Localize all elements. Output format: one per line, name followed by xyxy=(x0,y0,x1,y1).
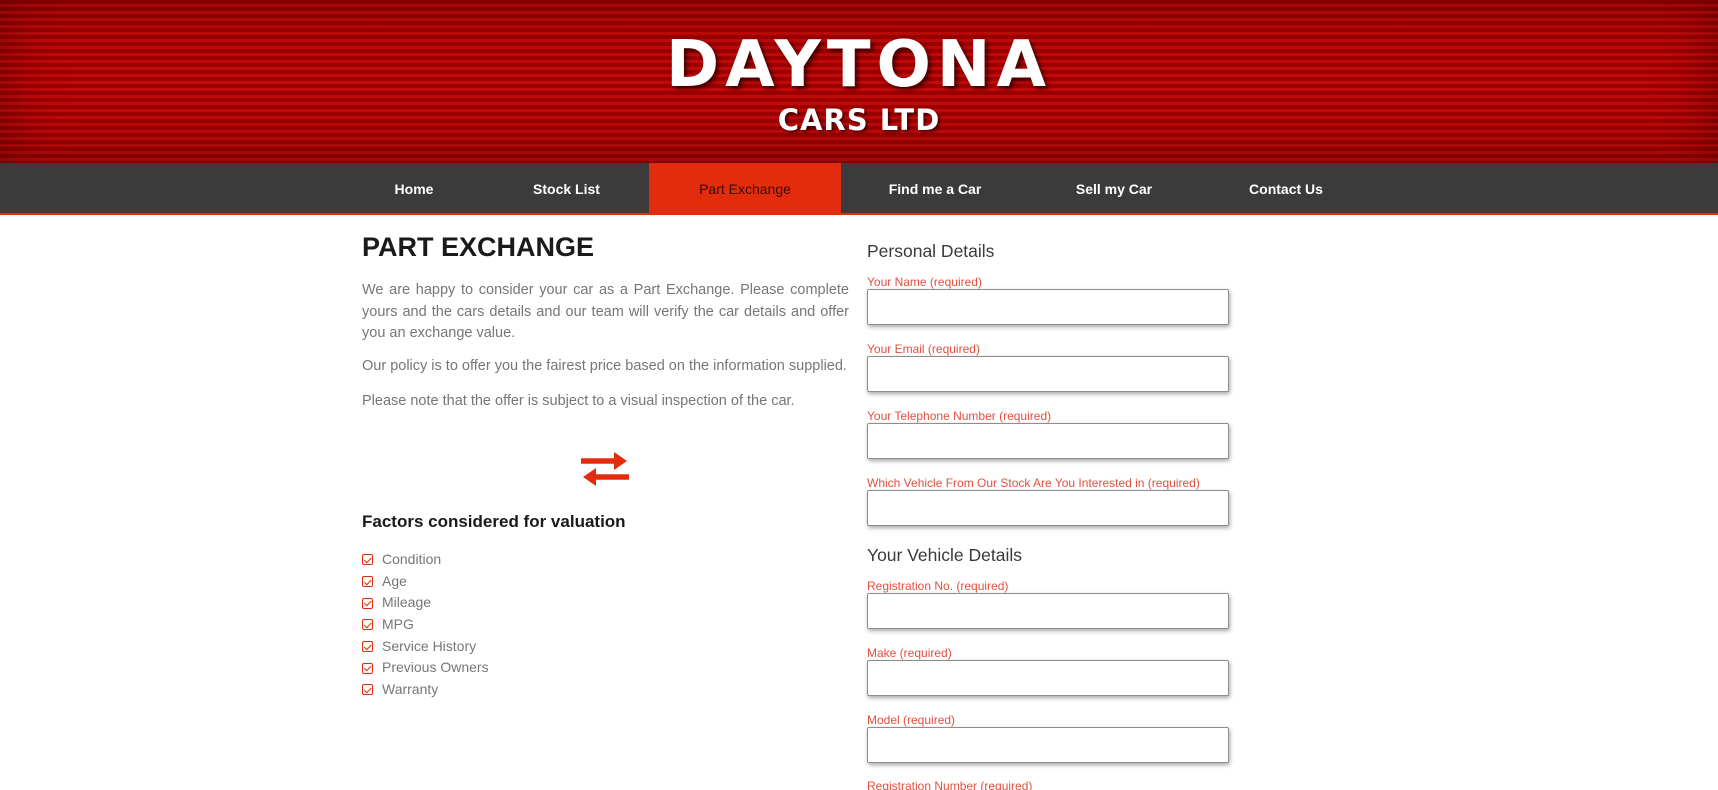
checkbox-icon xyxy=(362,597,373,609)
make-label: Make (required) xyxy=(867,646,952,660)
model-label: Model (required) xyxy=(867,713,956,727)
list-item: Warranty xyxy=(362,679,489,701)
nav-item-contact-us[interactable]: Contact Us xyxy=(1230,163,1342,215)
nav-item-stock-list[interactable]: Stock List xyxy=(510,163,623,215)
logo-title: DAYTONA xyxy=(665,28,1053,102)
telephone-field[interactable] xyxy=(867,423,1229,459)
checkbox-icon xyxy=(362,684,373,696)
checkbox-icon xyxy=(362,662,373,674)
list-item: Mileage xyxy=(362,592,489,614)
factor-label: Warranty xyxy=(382,681,439,698)
list-item: Condition xyxy=(362,549,489,571)
factor-label: Previous Owners xyxy=(382,659,489,676)
vehicle-details-title: Your Vehicle Details xyxy=(867,545,1023,565)
make-field[interactable] xyxy=(867,660,1229,696)
checkbox-icon xyxy=(362,619,373,631)
vehicle-interest-field[interactable] xyxy=(867,490,1229,526)
personal-details-title: Personal Details xyxy=(867,241,995,261)
logo-subtitle: CARS LTD xyxy=(777,103,941,137)
registration-no-field[interactable] xyxy=(867,593,1229,629)
factors-title: Factors considered for valuation xyxy=(362,512,626,531)
list-item: Previous Owners xyxy=(362,657,489,679)
checkbox-icon xyxy=(362,554,373,566)
email-field[interactable] xyxy=(867,356,1229,392)
policy-paragraph: Our policy is to offer you the fairest p… xyxy=(362,358,847,374)
name-label: Your Name (required) xyxy=(867,275,982,289)
nav-item-home[interactable]: Home xyxy=(362,163,466,215)
model-field[interactable] xyxy=(867,727,1229,763)
list-item: Service History xyxy=(362,636,489,658)
vehicle-interest-label: Which Vehicle From Our Stock Are You Int… xyxy=(867,476,1200,490)
checkbox-icon xyxy=(362,576,373,588)
email-label: Your Email (required) xyxy=(867,342,980,356)
checkbox-icon xyxy=(362,641,373,653)
nav-item-find-me-a-car[interactable]: Find me a Car xyxy=(873,163,997,215)
factor-label: Mileage xyxy=(382,594,432,611)
registration-number-label: Registration Number (required) xyxy=(867,779,1033,790)
header-banner: DAYTONA CARS LTD xyxy=(0,0,1718,163)
name-field[interactable] xyxy=(867,289,1229,325)
factor-label: MPG xyxy=(382,616,414,633)
list-item: Age xyxy=(362,571,489,593)
registration-no-label: Registration No. (required) xyxy=(867,579,1009,593)
site-logo[interactable]: DAYTONA CARS LTD xyxy=(0,30,1718,138)
factor-label: Service History xyxy=(382,637,477,654)
intro-paragraph: We are happy to consider your car as a P… xyxy=(362,282,849,341)
factor-label: Condition xyxy=(382,551,442,567)
telephone-label: Your Telephone Number (required) xyxy=(867,409,1052,423)
inspection-note: Please note that the offer is subject to… xyxy=(362,393,795,409)
factors-list: Condition Age Mileage MPG Service Histor… xyxy=(362,549,489,701)
factor-label: Age xyxy=(382,572,407,589)
nav-item-sell-my-car[interactable]: Sell my Car xyxy=(1058,163,1170,215)
list-item: MPG xyxy=(362,614,489,636)
nav-item-part-exchange[interactable]: Part Exchange xyxy=(649,163,841,215)
main-nav: Home Stock List Part Exchange Find me a … xyxy=(0,163,1718,215)
page-title: PART EXCHANGE xyxy=(362,232,595,262)
exchange-arrows-icon xyxy=(581,452,629,486)
